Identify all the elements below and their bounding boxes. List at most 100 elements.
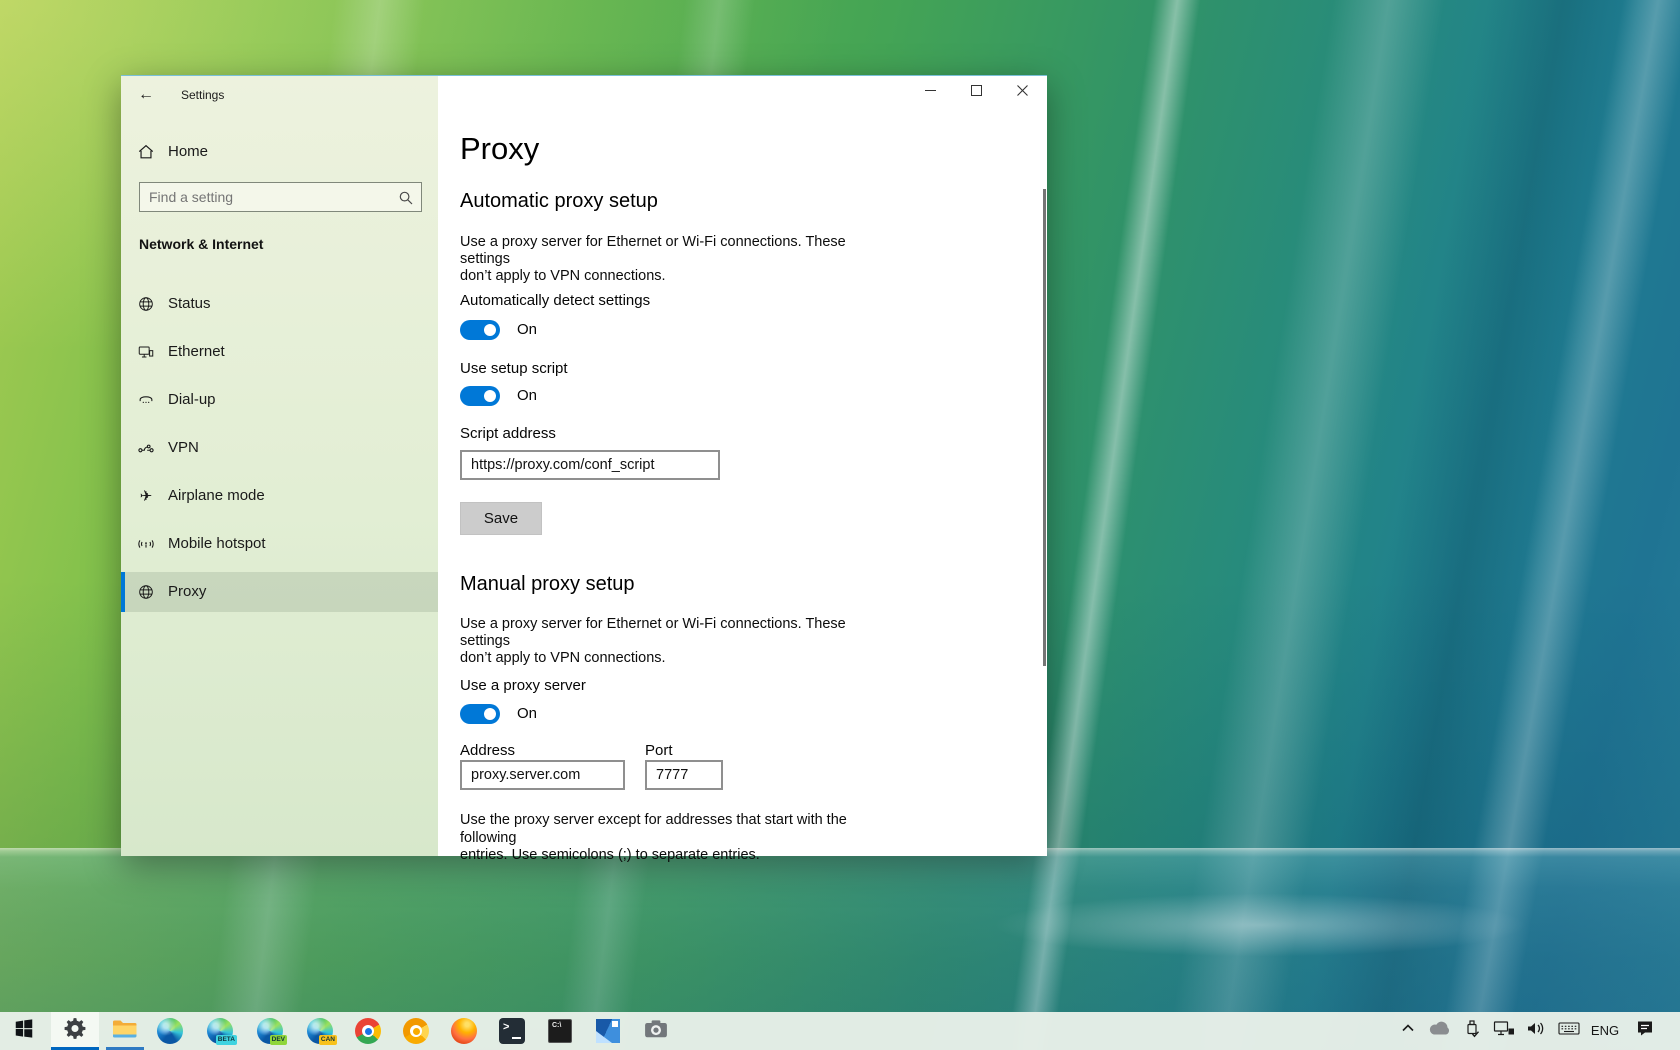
sidebar-item-airplane-mode[interactable]: ✈ Airplane mode xyxy=(121,476,438,516)
action-center-icon xyxy=(1636,1020,1654,1043)
manual-proxy-heading: Manual proxy setup xyxy=(460,571,635,597)
taskbar-firefox-button[interactable] xyxy=(440,1012,488,1050)
scrollbar-thumb[interactable] xyxy=(1043,189,1046,666)
cloud-icon xyxy=(1429,1022,1451,1041)
minimize-icon xyxy=(925,85,936,96)
taskbar-edge-dev-button[interactable]: DEV xyxy=(246,1012,294,1050)
sidebar-item-label: VPN xyxy=(168,439,199,457)
minimize-button[interactable] xyxy=(908,76,954,106)
tray-network-button[interactable] xyxy=(1489,1012,1519,1050)
start-button[interactable] xyxy=(0,1012,48,1050)
settings-main-pane: Proxy Automatic proxy setup Use a proxy … xyxy=(438,76,1047,856)
use-setup-script-toggle[interactable] xyxy=(460,386,500,406)
save-button[interactable]: Save xyxy=(460,502,542,535)
edge-dev-icon: DEV xyxy=(257,1018,283,1044)
script-address-input[interactable] xyxy=(460,450,720,480)
detect-settings-state: On xyxy=(517,320,537,340)
back-button[interactable]: ← xyxy=(133,83,159,107)
sidebar-item-dialup[interactable]: Dial-up xyxy=(121,380,438,420)
tray-keyboard-button[interactable] xyxy=(1554,1012,1584,1050)
desktop: ← Settings Home xyxy=(0,0,1680,1050)
taskbar-chrome-button[interactable] xyxy=(344,1012,392,1050)
tray-language-button[interactable]: ENG xyxy=(1584,1012,1626,1050)
network-icon xyxy=(1493,1020,1515,1042)
tray-chevron-button[interactable] xyxy=(1393,1012,1423,1050)
taskbar-edge-beta-button[interactable]: BETA xyxy=(196,1012,244,1050)
powershell-cursor xyxy=(512,1037,521,1039)
edge-canary-icon: CAN xyxy=(307,1018,333,1044)
tray-volume-button[interactable] xyxy=(1521,1012,1551,1050)
use-proxy-server-toggle[interactable] xyxy=(460,704,500,724)
usb-eject-icon xyxy=(1464,1019,1480,1044)
tray-usb-button[interactable] xyxy=(1457,1012,1487,1050)
maximize-icon xyxy=(971,85,982,96)
taskbar: BETA DEV CAN xyxy=(0,1012,1680,1050)
sidebar-item-proxy[interactable]: Proxy xyxy=(121,572,438,612)
sidebar-item-label: Ethernet xyxy=(168,343,225,361)
use-proxy-server-state: On xyxy=(517,704,537,724)
tray-action-center-button[interactable] xyxy=(1630,1012,1660,1050)
detect-settings-toggle[interactable] xyxy=(460,320,500,340)
sidebar-item-mobile-hotspot[interactable]: Mobile hotspot xyxy=(121,524,438,564)
sidebar-item-label: Proxy xyxy=(168,583,206,601)
toggle-knob xyxy=(484,390,496,402)
command-prompt-icon: C:\ xyxy=(548,1019,572,1043)
use-setup-script-state: On xyxy=(517,386,537,406)
taskbar-edge-button[interactable] xyxy=(146,1012,194,1050)
taskbar-settings-button[interactable] xyxy=(51,1012,99,1050)
speaker-icon xyxy=(1526,1021,1546,1042)
automatic-proxy-heading: Automatic proxy setup xyxy=(460,188,658,214)
automatic-proxy-description: Use a proxy server for Ethernet or Wi-Fi… xyxy=(460,234,880,285)
sidebar-item-status[interactable]: Status xyxy=(121,284,438,324)
powershell-icon: > xyxy=(499,1018,525,1044)
sidebar-item-ethernet[interactable]: Ethernet xyxy=(121,332,438,372)
address-label: Address xyxy=(460,742,515,760)
sidebar-section-heading: Network & Internet xyxy=(139,236,263,252)
close-icon xyxy=(1017,85,1028,96)
globe-icon xyxy=(137,295,155,313)
chrome-icon xyxy=(355,1018,381,1044)
taskbar-edge-canary-button[interactable]: CAN xyxy=(296,1012,344,1050)
taskbar-photos-button[interactable] xyxy=(584,1012,632,1050)
sidebar-item-label: Dial-up xyxy=(168,391,216,409)
tray-onedrive-button[interactable] xyxy=(1425,1012,1455,1050)
taskbar-file-explorer-button[interactable] xyxy=(101,1012,149,1050)
sidebar-item-label: Mobile hotspot xyxy=(168,535,266,553)
maximize-button[interactable] xyxy=(954,76,1000,106)
settings-sidebar: ← Settings Home xyxy=(121,76,438,856)
photos-mountain xyxy=(596,1031,612,1043)
manual-proxy-description: Use a proxy server for Ethernet or Wi-Fi… xyxy=(460,616,880,667)
chrome-canary-icon xyxy=(403,1018,429,1044)
camera-icon xyxy=(644,1019,668,1044)
airplane-icon: ✈ xyxy=(137,487,155,505)
folder-icon xyxy=(112,1018,138,1045)
gear-icon xyxy=(63,1016,88,1046)
search-icon[interactable] xyxy=(398,190,414,206)
proxy-address-input[interactable] xyxy=(460,760,625,790)
close-button[interactable] xyxy=(1000,76,1046,106)
signal-waves-icon xyxy=(137,535,155,553)
taskbar-camera-button[interactable] xyxy=(632,1012,680,1050)
canary-badge: CAN xyxy=(319,1035,337,1045)
window-title: Settings xyxy=(181,88,224,102)
canary-center-dot xyxy=(413,1028,420,1035)
firefox-icon xyxy=(451,1018,477,1044)
back-arrow-icon: ← xyxy=(138,86,154,103)
sidebar-item-home[interactable]: Home xyxy=(121,134,438,170)
taskbar-cmd-button[interactable]: C:\ xyxy=(536,1012,584,1050)
toggle-knob xyxy=(484,708,496,720)
taskbar-powershell-button[interactable]: > xyxy=(488,1012,536,1050)
search-input[interactable] xyxy=(149,184,389,210)
settings-window: ← Settings Home xyxy=(121,75,1047,856)
script-address-label: Script address xyxy=(460,425,556,443)
toggle-knob xyxy=(484,324,496,336)
sidebar-item-label: Status xyxy=(168,295,211,313)
taskbar-chrome-canary-button[interactable] xyxy=(392,1012,440,1050)
detect-settings-label: Automatically detect settings xyxy=(460,292,650,310)
ethernet-icon xyxy=(137,343,155,361)
sidebar-item-vpn[interactable]: VPN xyxy=(121,428,438,468)
globe-icon xyxy=(137,583,155,601)
proxy-port-input[interactable] xyxy=(645,760,723,790)
dev-badge: DEV xyxy=(270,1035,287,1045)
cmd-glyph: C:\ xyxy=(552,1022,561,1029)
